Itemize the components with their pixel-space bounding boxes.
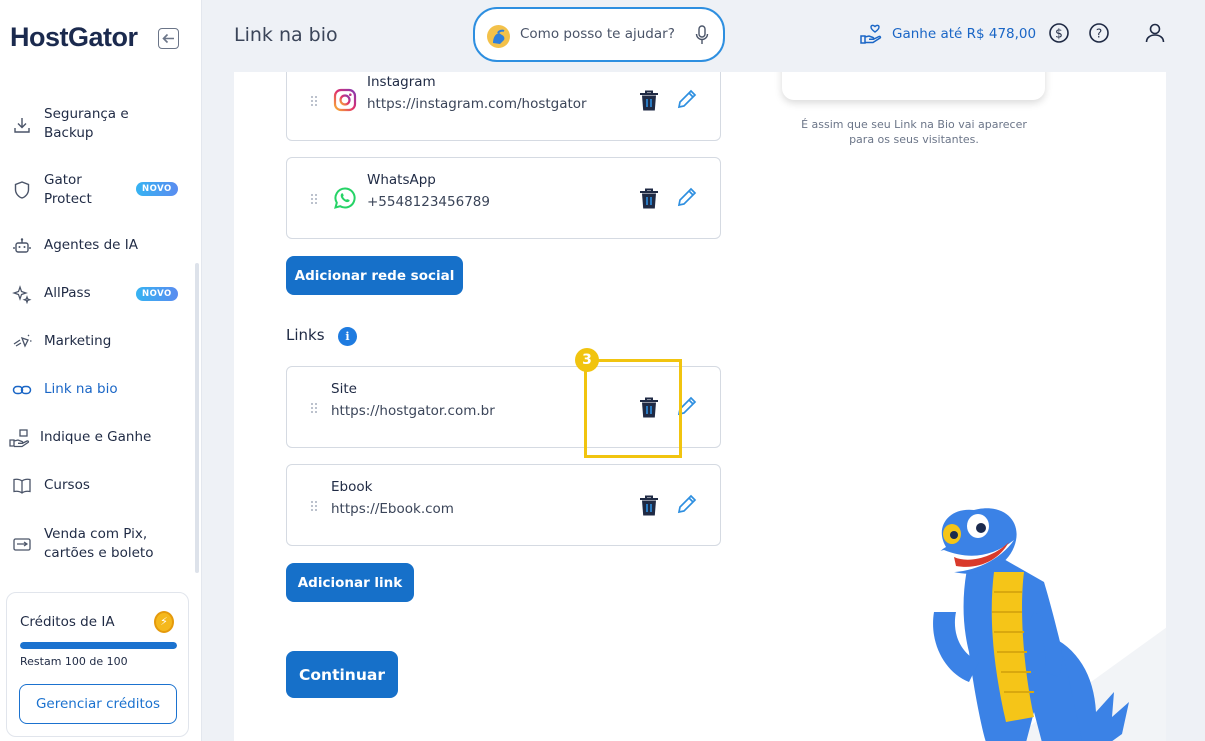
trash-icon[interactable] <box>638 187 660 211</box>
sidebar-item-label: Venda com Pix, cartões e boleto <box>44 526 154 561</box>
user-icon[interactable] <box>1143 21 1167 45</box>
credits-remaining: Restam 100 de 100 <box>20 655 128 668</box>
sidebar: HostGator Segurança e Backup Gator Prote… <box>0 0 202 741</box>
sidebar-item-label: Agentes de IA <box>44 237 138 253</box>
page-title: Link na bio <box>234 24 338 46</box>
top-header: Link na bio Como posso te ajudar? Ganhe … <box>203 0 1205 72</box>
sidebar-item-label: AllPass <box>44 285 91 301</box>
book-icon <box>11 475 33 497</box>
sidebar-item-allpass[interactable]: AllPass NOVO <box>0 283 195 305</box>
preview-caption: É assim que seu Link na Bio vai aparecer… <box>801 118 1027 146</box>
drag-handle-icon[interactable] <box>310 193 318 205</box>
drag-handle-icon[interactable] <box>310 95 318 107</box>
drag-handle-icon[interactable] <box>310 500 318 512</box>
hand-heart-icon <box>860 24 882 44</box>
social-url: https://instagram.com/hostgator <box>367 96 587 112</box>
social-card-whatsapp: WhatsApp +5548123456789 <box>286 157 721 239</box>
main-content: Instagram https://instagram.com/hostgato… <box>234 72 1166 741</box>
add-link-button[interactable]: Adicionar link <box>286 563 414 602</box>
add-social-button[interactable]: Adicionar rede social <box>286 256 463 295</box>
link-icon <box>11 379 33 401</box>
sidebar-item-label: Link na bio <box>44 381 118 397</box>
search-placeholder: Como posso te ajudar? <box>520 26 675 42</box>
robot-icon <box>11 235 33 257</box>
credits-title: Créditos de IA <box>20 614 115 630</box>
social-name: WhatsApp <box>367 172 436 188</box>
link-url: https://Ebook.com <box>331 501 454 517</box>
whatsapp-icon <box>334 187 356 209</box>
referral-earn-link[interactable]: Ganhe até R$ 478,00 <box>860 23 1036 45</box>
sidebar-item-cursos[interactable]: Cursos <box>0 475 195 497</box>
svg-text:$: $ <box>1055 27 1063 41</box>
gator-avatar-icon <box>487 25 510 48</box>
dollar-icon[interactable]: $ <box>1047 21 1071 45</box>
step-badge: 3 <box>575 348 599 372</box>
sidebar-item-gator-protect[interactable]: Gator Protect NOVO <box>0 170 195 210</box>
sidebar-scrollbar[interactable] <box>195 263 199 573</box>
collapse-sidebar-button[interactable] <box>158 28 179 49</box>
new-badge: NOVO <box>136 182 178 196</box>
gator-mascot-illustration <box>927 508 1166 741</box>
social-name: Instagram <box>367 74 436 90</box>
new-badge: NOVO <box>136 287 178 301</box>
earn-label: Ganhe até R$ 478,00 <box>892 26 1037 42</box>
hostgator-logo[interactable]: HostGator <box>10 22 138 53</box>
link-url: https://hostgator.com.br <box>331 403 495 419</box>
svg-text:?: ? <box>1096 27 1102 41</box>
download-icon <box>11 114 33 136</box>
pencil-icon[interactable] <box>676 88 698 110</box>
manage-credits-button[interactable]: Gerenciar créditos <box>19 684 177 724</box>
sidebar-item-label: Cursos <box>44 477 90 493</box>
trash-icon[interactable] <box>638 494 660 518</box>
sparkle-icon <box>11 283 33 305</box>
credits-progress-bar <box>20 642 177 649</box>
help-icon[interactable]: ? <box>1087 21 1111 45</box>
hand-gift-icon <box>9 427 31 449</box>
sidebar-item-seguranca-backup[interactable]: Segurança e Backup <box>0 104 195 144</box>
link-name: Site <box>331 381 357 397</box>
sidebar-item-marketing[interactable]: Marketing <box>0 331 195 353</box>
coin-icon: ⚡ <box>154 611 174 633</box>
social-url: +5548123456789 <box>367 194 490 210</box>
marketing-icon <box>11 331 33 353</box>
sidebar-item-agentes-ia[interactable]: Agentes de IA <box>0 235 195 257</box>
drag-handle-icon[interactable] <box>310 402 318 414</box>
assistant-search-box[interactable]: Como posso te ajudar? <box>473 7 725 62</box>
credits-progress-fill <box>20 642 177 649</box>
info-icon[interactable]: i <box>338 327 357 346</box>
payment-icon <box>11 533 33 555</box>
sidebar-item-label: Indique e Ganhe <box>40 429 152 445</box>
pencil-icon[interactable] <box>676 186 698 208</box>
sidebar-item-label: Gator Protect <box>44 172 92 207</box>
social-card-instagram: Instagram https://instagram.com/hostgato… <box>286 72 721 141</box>
ai-credits-card: Créditos de IA ⚡ Restam 100 de 100 Geren… <box>6 592 189 737</box>
sidebar-item-label: Marketing <box>44 333 112 349</box>
shield-icon <box>11 179 33 201</box>
sidebar-item-link-na-bio[interactable]: Link na bio <box>0 379 195 401</box>
pencil-icon[interactable] <box>676 493 698 515</box>
links-section-title: Links <box>286 326 325 344</box>
instagram-icon <box>333 88 357 112</box>
trash-icon[interactable] <box>638 89 660 113</box>
bio-preview-card <box>782 72 1045 100</box>
sidebar-item-venda-pix[interactable]: Venda com Pix, cartões e boleto <box>0 524 195 564</box>
microphone-icon[interactable] <box>695 25 709 45</box>
arrow-left-icon <box>162 33 174 44</box>
link-name: Ebook <box>331 479 373 495</box>
sidebar-item-indique-ganhe[interactable]: Indique e Ganhe <box>0 427 195 449</box>
continue-button[interactable]: Continuar <box>286 651 398 698</box>
link-card-ebook: Ebook https://Ebook.com <box>286 464 721 546</box>
step-highlight-box <box>584 359 682 458</box>
sidebar-item-label: Segurança e Backup <box>44 106 129 141</box>
